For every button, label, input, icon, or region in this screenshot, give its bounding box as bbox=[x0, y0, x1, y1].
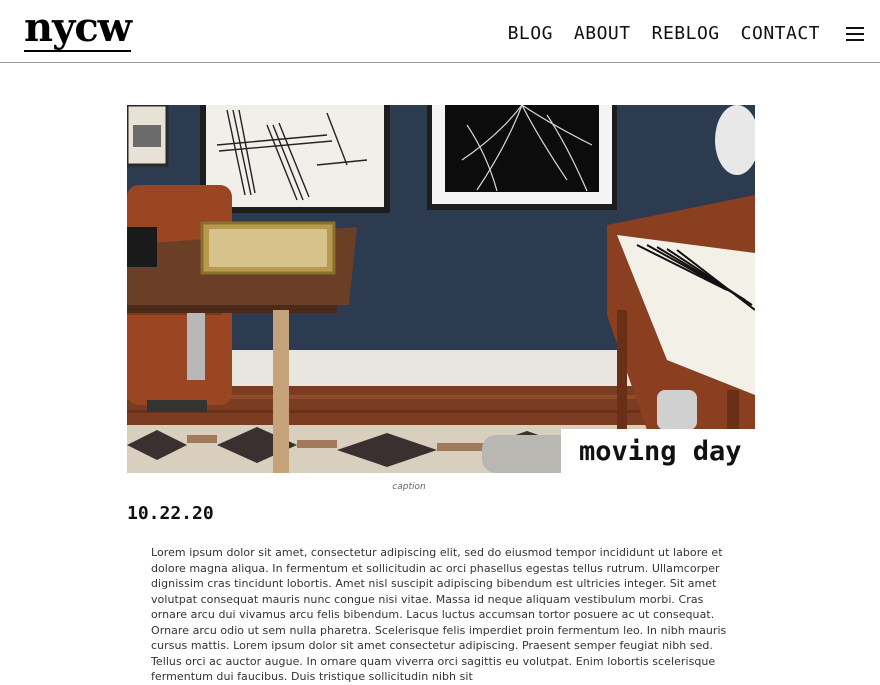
main-nav: BLOG ABOUT REBLOG CONTACT bbox=[508, 22, 820, 46]
nav-link-about[interactable]: ABOUT bbox=[574, 22, 631, 46]
site-logo[interactable]: nycw bbox=[24, 6, 132, 52]
post-body: Lorem ipsum dolor sit amet, consectetur … bbox=[151, 546, 727, 683]
site-header: nycw BLOG ABOUT REBLOG CONTACT bbox=[0, 0, 880, 63]
post-title-box: moving day bbox=[561, 429, 755, 474]
hero-image bbox=[127, 105, 755, 473]
nav-link-blog[interactable]: BLOG bbox=[508, 22, 553, 46]
post-date: 10.22.20 bbox=[127, 503, 214, 524]
hamburger-menu-icon[interactable] bbox=[846, 27, 864, 41]
nav-link-contact[interactable]: CONTACT bbox=[741, 22, 820, 46]
post-title: moving day bbox=[579, 436, 742, 467]
interior-photo bbox=[127, 105, 755, 473]
image-caption: caption bbox=[392, 482, 426, 492]
nav-link-reblog[interactable]: REBLOG bbox=[652, 22, 720, 46]
